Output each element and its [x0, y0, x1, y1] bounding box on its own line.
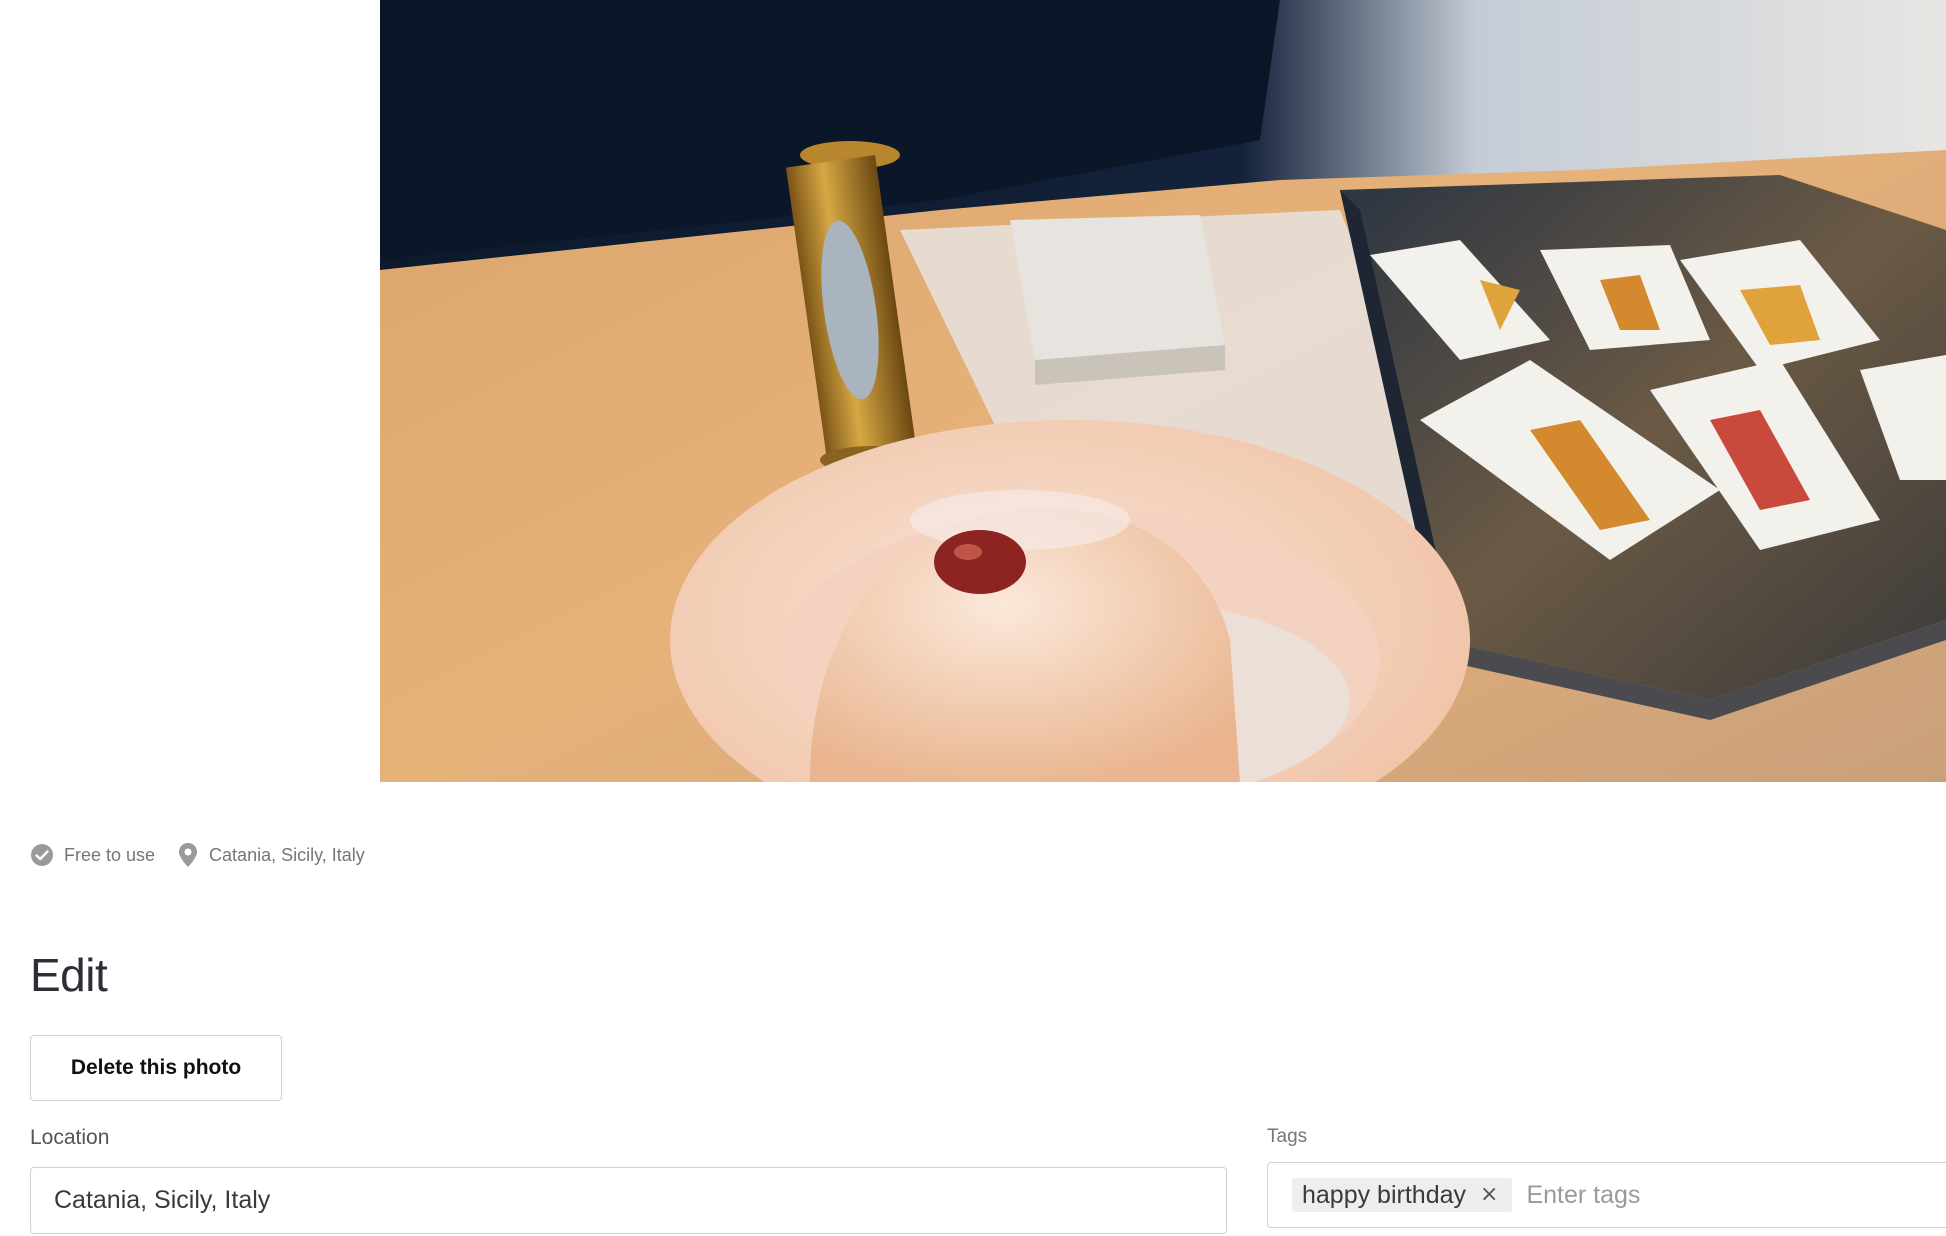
- tags-input[interactable]: [1524, 1179, 1829, 1211]
- delete-photo-button[interactable]: Delete this photo: [30, 1035, 282, 1101]
- map-pin-icon: [179, 843, 198, 867]
- tag-chip-label: happy birthday: [1302, 1180, 1467, 1209]
- edit-heading: Edit: [30, 949, 108, 1001]
- tags-field[interactable]: happy birthday ×: [1267, 1162, 1946, 1228]
- photo-edit-page: Free to use Catania, Sicily, Italy Edit …: [0, 0, 1946, 1236]
- photo-image[interactable]: [380, 0, 1946, 782]
- location-info[interactable]: Catania, Sicily, Italy: [177, 842, 365, 868]
- location-field-label: Location: [30, 1126, 110, 1149]
- tag-chip: happy birthday ×: [1292, 1178, 1513, 1212]
- check-circle-icon: [31, 844, 53, 866]
- license-info[interactable]: Free to use: [30, 843, 155, 867]
- location-input[interactable]: [30, 1167, 1227, 1234]
- photo-illustration: [380, 0, 1946, 782]
- tag-remove-icon[interactable]: ×: [1480, 1184, 1498, 1206]
- tags-field-label: Tags: [1267, 1126, 1308, 1147]
- location-meta-label: Catania, Sicily, Italy: [209, 844, 365, 865]
- photo-meta-row: Free to use Catania, Sicily, Italy: [30, 842, 365, 868]
- license-label: Free to use: [64, 844, 156, 865]
